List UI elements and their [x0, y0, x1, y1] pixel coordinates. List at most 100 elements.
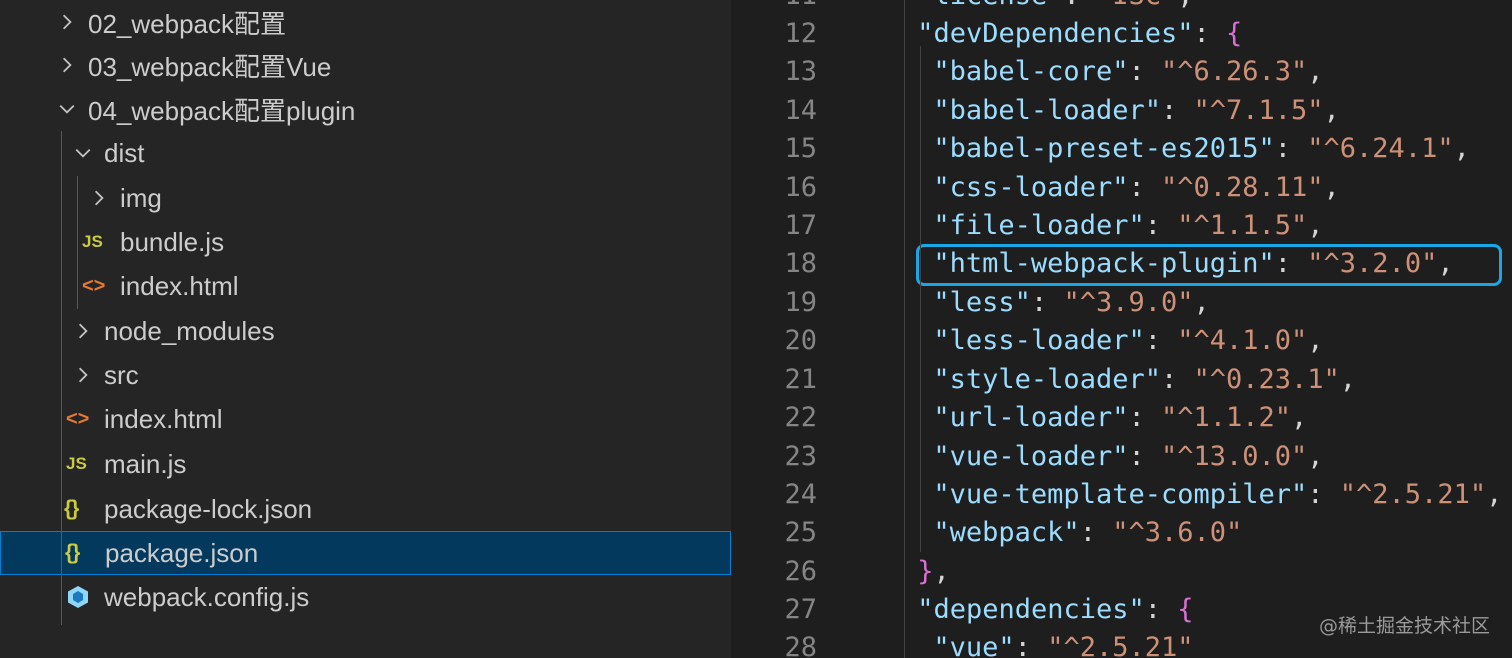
tree-item-label: index.html [104, 403, 223, 434]
chevron-right-icon[interactable] [56, 54, 78, 76]
code-line[interactable]: 19 "less": "^3.9.0", [731, 285, 1512, 323]
tree-item-label: src [104, 359, 139, 390]
line-number: 28 [784, 632, 817, 658]
tree-item-label: bundle.js [120, 226, 225, 257]
folder-item[interactable]: 03_webpack配置Vue [0, 43, 731, 87]
code-line[interactable]: 17 "file-loader": "^1.1.5", [731, 208, 1512, 246]
file-explorer: 02_webpack配置 03_webpack配置Vue 04_webpack配置p… [0, 0, 731, 658]
file-item[interactable]: {} package.json [0, 531, 731, 575]
file-item[interactable]: webpack.config.js [0, 575, 731, 619]
folder-item[interactable]: 02_webpack配置 [0, 0, 731, 44]
code-indent-guide [904, 0, 905, 658]
file-item[interactable]: <> index.html [0, 264, 731, 308]
file-item[interactable]: JS bundle.js [0, 220, 731, 264]
tree-item-label: 02_webpack配置 [88, 8, 286, 39]
line-number: 26 [784, 556, 817, 587]
line-number: 13 [784, 56, 817, 87]
code-text: "babel-core": "^6.26.3", [933, 56, 1324, 87]
json-file-icon: {} [64, 497, 79, 520]
code-text: "less": "^3.9.0", [933, 287, 1210, 318]
line-number: 15 [784, 133, 817, 164]
line-number: 20 [784, 325, 817, 356]
code-text: "babel-preset-es2015": "^6.24.1", [933, 133, 1470, 164]
folder-item[interactable]: dist [0, 131, 731, 175]
chevron-down-icon[interactable] [72, 142, 94, 164]
tree-item-label: img [120, 182, 162, 213]
chevron-right-icon[interactable] [72, 364, 94, 386]
webpack-config-icon [66, 584, 92, 610]
code-text: "devDependencies": { [917, 18, 1243, 49]
json-file-icon: {} [65, 541, 80, 564]
chevron-right-icon[interactable] [88, 187, 110, 209]
code-text: "vue-loader": "^13.0.0", [933, 441, 1324, 472]
code-text: "html-webpack-plugin": "^3.2.0", [933, 248, 1454, 279]
line-number: 23 [784, 441, 817, 472]
code-line[interactable]: 23 "vue-loader": "^13.0.0", [731, 439, 1512, 477]
code-text: "vue": "^2.5.21" [933, 632, 1194, 658]
line-number: 11 [784, 0, 817, 11]
code-text: "babel-loader": "^7.1.5", [933, 95, 1340, 126]
code-line[interactable]: 15 "babel-preset-es2015": "^6.24.1", [731, 131, 1512, 169]
file-item[interactable]: {} package-lock.json [0, 487, 731, 531]
tree-item-label: node_modules [104, 315, 275, 346]
indent-guide [77, 176, 78, 309]
javascript-file-icon: JS [82, 232, 103, 251]
code-line[interactable]: 14 "babel-loader": "^7.1.5", [731, 93, 1512, 131]
html-file-icon: <> [82, 274, 106, 297]
tree-item-label: 03_webpack配置Vue [88, 51, 332, 82]
tree-item-label: main.js [104, 448, 187, 479]
code-editor[interactable]: 11 "license": "ISC", 12 "devDependencies": … [731, 0, 1512, 658]
code-text: "dependencies": { [917, 594, 1194, 625]
code-text: "license": "ISC", [917, 0, 1193, 11]
chevron-right-icon[interactable] [56, 11, 78, 33]
code-text: "style-loader": "^0.23.1", [933, 364, 1357, 395]
code-text: "css-loader": "^0.28.11", [933, 172, 1340, 203]
code-line[interactable]: 25 "webpack": "^3.6.0" [731, 515, 1512, 553]
code-text: "url-loader": "^1.1.2", [933, 402, 1308, 433]
code-text: "vue-template-compiler": "^2.5.21", [933, 479, 1503, 510]
tree-item-label: package-lock.json [104, 493, 313, 524]
tree-item-label: dist [104, 137, 145, 168]
line-number: 19 [784, 287, 817, 318]
line-number: 24 [784, 479, 817, 510]
code-line[interactable]: 11 "license": "ISC", [731, 0, 1512, 16]
code-line[interactable]: 22 "url-loader": "^1.1.2", [731, 400, 1512, 438]
folder-item[interactable]: 04_webpack配置plugin [0, 87, 731, 131]
chevron-down-icon[interactable] [56, 98, 78, 120]
tree-item-label: package.json [105, 537, 259, 568]
file-item[interactable]: JS main.js [0, 442, 731, 486]
line-number: 12 [784, 18, 817, 49]
code-text: "webpack": "^3.6.0" [933, 517, 1243, 548]
line-number: 22 [784, 402, 817, 433]
code-line[interactable]: 18 "html-webpack-plugin": "^3.2.0", [731, 246, 1512, 284]
line-number: 25 [784, 517, 817, 548]
javascript-file-icon: JS [66, 454, 87, 473]
code-line[interactable]: 12 "devDependencies": { [731, 16, 1512, 54]
folder-item[interactable]: src [0, 353, 731, 397]
line-number: 18 [784, 248, 817, 279]
code-line[interactable]: 13 "babel-core": "^6.26.3", [731, 54, 1512, 92]
file-item[interactable]: <> index.html [0, 397, 731, 441]
code-line[interactable]: 20 "less-loader": "^4.1.0", [731, 323, 1512, 361]
code-line[interactable]: 21 "style-loader": "^0.23.1", [731, 362, 1512, 400]
line-number: 14 [784, 95, 817, 126]
tree-item-label: webpack.config.js [104, 581, 310, 612]
folder-item[interactable]: node_modules [0, 309, 731, 353]
line-number: 17 [784, 210, 817, 241]
line-number: 16 [784, 172, 817, 203]
indent-guide [61, 131, 62, 625]
html-file-icon: <> [66, 407, 90, 430]
code-line[interactable]: 26}, [731, 554, 1512, 592]
code-indent-guide [920, 46, 921, 552]
line-number: 27 [784, 594, 817, 625]
code-line[interactable]: 24 "vue-template-compiler": "^2.5.21", [731, 477, 1512, 515]
tree-item-label: index.html [120, 270, 239, 301]
folder-item[interactable]: img [0, 176, 731, 220]
chevron-right-icon[interactable] [72, 320, 94, 342]
line-number: 21 [784, 364, 817, 395]
code-text: "file-loader": "^1.1.5", [933, 210, 1324, 241]
code-line[interactable]: 16 "css-loader": "^0.28.11", [731, 170, 1512, 208]
code-text: "less-loader": "^4.1.0", [933, 325, 1324, 356]
tree-item-label: 04_webpack配置plugin [88, 95, 356, 126]
watermark: @稀土掘金技术社区 [1318, 615, 1490, 637]
